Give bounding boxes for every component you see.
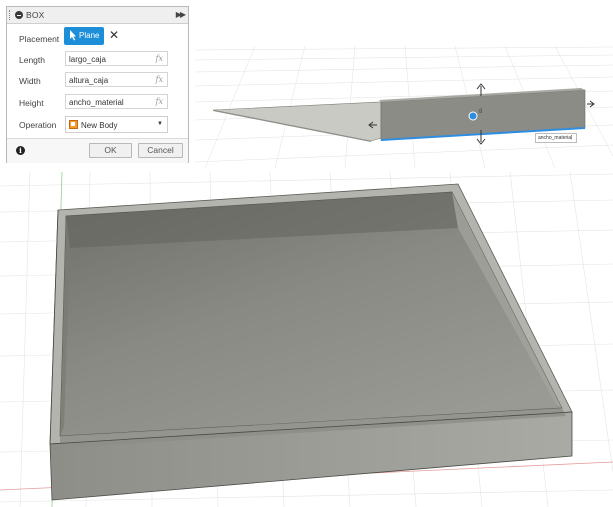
length-label: Length [19, 55, 45, 65]
dimension-menu-icon[interactable]: ⋮ [569, 134, 574, 142]
collapse-icon[interactable] [15, 11, 23, 19]
main-viewport[interactable] [0, 172, 613, 507]
base-plate [212, 101, 382, 142]
dimension-value: ancho_material [538, 135, 573, 141]
manipulator-center-icon[interactable] [468, 111, 478, 121]
width-value: altura_caja [69, 75, 109, 85]
fx-icon[interactable]: fx [156, 75, 163, 84]
dimension-input[interactable]: ancho_material ⋮ [535, 133, 577, 143]
dialog-title: BOX [26, 10, 45, 20]
height-field[interactable]: ancho_material fx [65, 94, 168, 109]
placement-label: Placement [19, 34, 60, 44]
new-body-icon [69, 120, 78, 129]
ok-button[interactable]: OK [89, 143, 132, 158]
operation-select[interactable]: New Body ▼ [65, 116, 168, 133]
info-icon[interactable]: i [16, 146, 25, 155]
cancel-button[interactable]: Cancel [138, 143, 183, 158]
length-field[interactable]: largo_caja fx [65, 51, 168, 66]
box-body[interactable] [49, 183, 573, 501]
fx-icon[interactable]: fx [156, 54, 163, 63]
height-label: Height [19, 98, 44, 108]
drag-handle-icon[interactable] [9, 10, 12, 20]
plane-button-label: Plane [79, 31, 100, 40]
dialog-header[interactable]: BOX ▶▶ [7, 7, 188, 24]
operation-label: Operation [19, 120, 57, 130]
cursor-arrow-icon [70, 30, 76, 41]
preview-viewport[interactable]: 8 [195, 46, 613, 168]
plane-button[interactable]: Plane [64, 27, 104, 45]
operation-value: New Body [81, 120, 118, 130]
expand-arrows-icon[interactable]: ▶▶ [176, 10, 186, 19]
clear-selection-icon[interactable]: ✕ [109, 28, 119, 42]
chevron-down-icon: ▼ [157, 121, 163, 127]
length-value: largo_caja [69, 54, 106, 64]
width-label: Width [19, 76, 41, 86]
arrow-right-icon [587, 100, 595, 108]
box-dialog: BOX ▶▶ Placement Plane ✕ Length largo_ca… [6, 6, 189, 163]
height-value: ancho_material [69, 97, 124, 107]
width-field[interactable]: altura_caja fx [65, 72, 168, 87]
dialog-footer: i OK Cancel [7, 138, 188, 163]
fx-icon[interactable]: fx [156, 97, 163, 106]
